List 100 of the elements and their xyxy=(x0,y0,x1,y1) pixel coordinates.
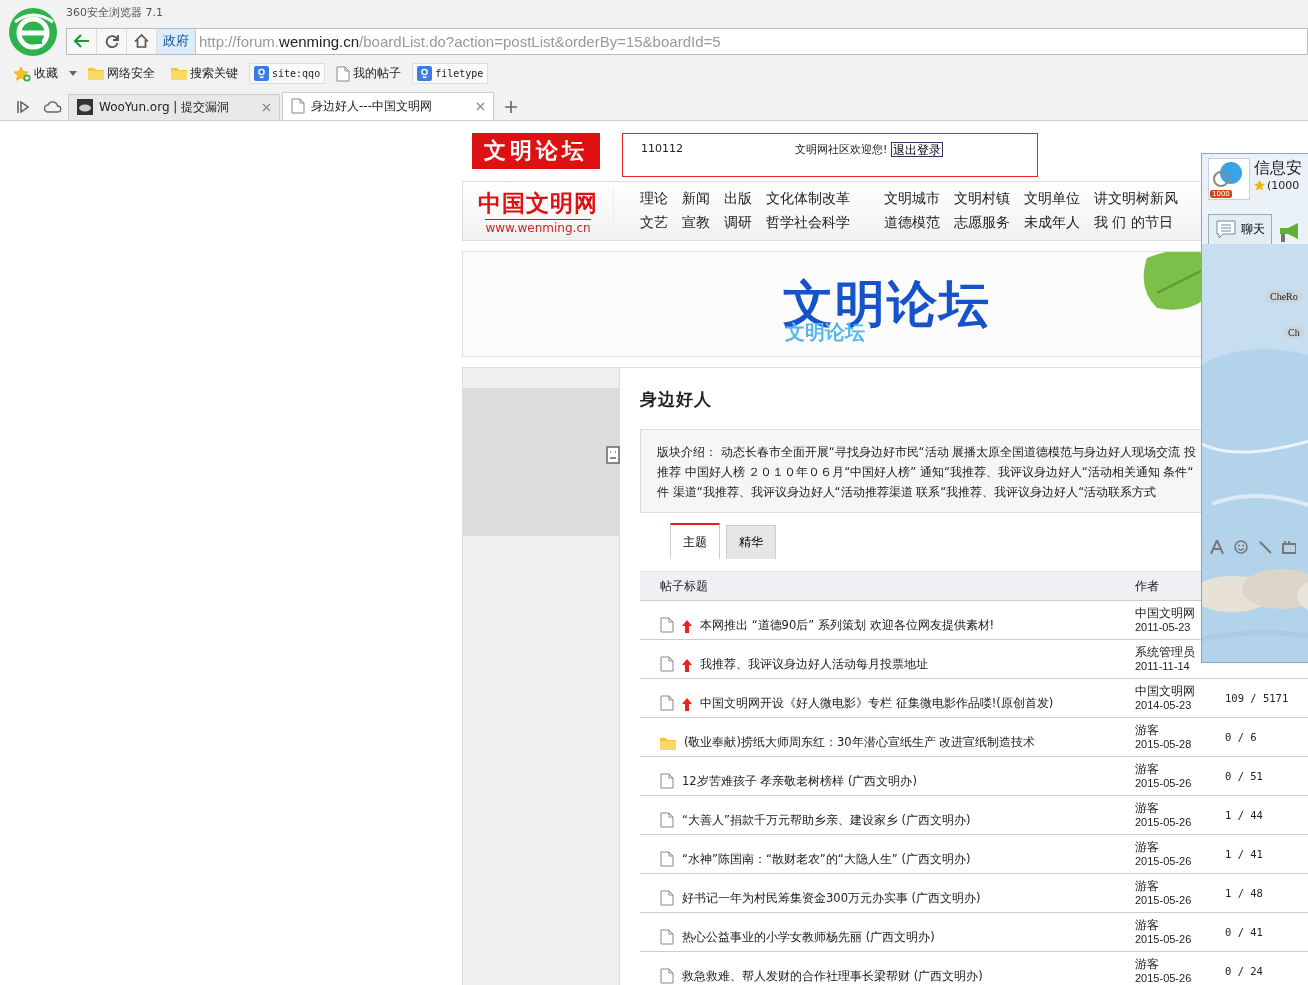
site-url[interactable]: www.wenming.cn xyxy=(485,218,591,235)
nav-link[interactable]: 讲文明树新风 xyxy=(1094,190,1194,208)
browser-tab[interactable]: 身边好人---中国文明网 xyxy=(282,92,494,120)
author-name[interactable]: 游客 xyxy=(1135,723,1159,737)
board-title: 身边好人 xyxy=(640,388,713,411)
author-name[interactable]: 游客 xyxy=(1135,918,1159,932)
post-date: 2014-05-23 xyxy=(1135,698,1192,712)
author-name[interactable]: 游客 xyxy=(1135,879,1159,893)
folder-icon xyxy=(171,67,187,80)
nav-link[interactable]: 哲学社会科学 xyxy=(766,214,884,232)
logout-button[interactable]: 退出登录 xyxy=(891,142,944,157)
sidebar-toggle-icon[interactable] xyxy=(17,101,29,113)
author-name[interactable]: 游客 xyxy=(1135,957,1159,971)
post-date: 2015-05-26 xyxy=(1135,932,1192,946)
post-date: 2015-05-26 xyxy=(1135,854,1192,868)
address-bar[interactable]: 政府 http://forum.wenming.cn/boardList.do?action=postList&orderBy=15&boardId=5 xyxy=(66,28,1308,55)
reply-view-count: 1 / 44 xyxy=(1225,809,1263,821)
cloud-icon[interactable] xyxy=(44,101,62,113)
author-name[interactable]: 系统管理员 xyxy=(1135,645,1195,659)
close-tab-icon[interactable] xyxy=(262,103,271,112)
nav-link[interactable]: 文艺 xyxy=(640,214,682,232)
folder-icon xyxy=(88,67,104,80)
post-date: 2015-05-26 xyxy=(1135,776,1192,790)
topic-icon xyxy=(660,695,674,711)
new-tab-icon[interactable] xyxy=(505,101,517,113)
topic-link[interactable]: (敬业奉献)捞纸大师周东红：30年潜心宣纸生产 改进宣纸制造技术 xyxy=(684,734,1036,750)
reply-view-count: 0 / 41 xyxy=(1225,926,1263,938)
topic-icon xyxy=(660,773,674,789)
author-name[interactable]: 游客 xyxy=(1135,762,1159,776)
nav-link[interactable]: 文明村镇 xyxy=(954,190,1024,208)
topic-link[interactable]: 我推荐、我评议身边好人活动每月投票地址 xyxy=(700,657,928,672)
author-name[interactable]: 游客 xyxy=(1135,801,1159,815)
back-icon xyxy=(73,34,90,49)
topic-link[interactable]: 救急救难、帮人发财的合作社理事长梁帮财 (广西文明办) xyxy=(682,969,983,984)
author-name[interactable]: 中国文明网 xyxy=(1135,606,1195,620)
topic-link[interactable]: 中国文明网开设《好人微电影》专栏 征集微电影作品喽!(原创首发) xyxy=(700,696,1054,711)
search-engine-icon xyxy=(417,66,433,81)
bookmark[interactable]: filetype xyxy=(412,63,489,84)
nav-link[interactable]: 宣教 xyxy=(682,214,724,232)
folder-icon xyxy=(660,736,676,750)
topic-link[interactable]: 好书记一年为村民筹集资金300万元办实事 (广西文明办) xyxy=(682,891,981,906)
board-tab[interactable]: 精华 xyxy=(726,525,776,559)
bookmark[interactable]: site:qqo xyxy=(249,63,326,84)
nav-link[interactable]: 理论 xyxy=(640,190,682,208)
back-button[interactable] xyxy=(67,29,97,54)
reload-icon xyxy=(104,34,119,49)
post-date: 2015-05-26 xyxy=(1135,971,1192,985)
post-date: 2015-05-26 xyxy=(1135,815,1192,829)
app-title: 360安全浏览器 7.1 xyxy=(66,5,164,21)
megaphone-icon[interactable] xyxy=(1278,222,1300,244)
chat-message: CheRo xyxy=(1266,290,1302,303)
nav-link[interactable]: 文明城市 xyxy=(884,190,954,208)
bookmark[interactable]: 搜索关键 xyxy=(166,62,243,85)
nav-link[interactable]: 未成年人 xyxy=(1024,214,1094,232)
home-icon xyxy=(134,34,149,49)
reply-view-count: 0 / 51 xyxy=(1225,770,1263,782)
topic-icon xyxy=(660,929,674,945)
smiley-icon[interactable] xyxy=(1234,540,1248,554)
topic-link[interactable]: “大善人”捐款千万元帮助乡亲、建设家乡 (广西文明办) xyxy=(682,813,971,828)
browser-tab[interactable]: WooYun.org | 提交漏洞 xyxy=(68,94,280,120)
topic-link[interactable]: “水神”陈国南：“散财老农”的“大隐人生” (广西文明办) xyxy=(682,852,971,867)
topic-link[interactable]: 12岁苦难孩子 孝亲敬老树榜样 (广西文明办) xyxy=(682,774,917,789)
author-name[interactable]: 游客 xyxy=(1135,840,1159,854)
author-name[interactable]: 中国文明网 xyxy=(1135,684,1195,698)
bookmark[interactable]: 网络安全 xyxy=(83,62,160,85)
font-icon[interactable] xyxy=(1210,540,1224,554)
board-intro-text: 推荐 中国好人榜 ２０１０年０６月“中国好人榜” 通知“我推荐、我评议身边好人“活动相关通知 条件“ xyxy=(657,464,1195,481)
user-id: 110112 xyxy=(641,142,684,157)
site-name[interactable]: 中国文明网 xyxy=(478,187,598,219)
nav-link[interactable]: 志愿服务 xyxy=(954,214,1024,232)
post-date: 2011-11-14 xyxy=(1135,659,1190,673)
reply-view-count: 109 / 5171 xyxy=(1225,692,1289,704)
forum-logo[interactable]: 文明论坛 xyxy=(472,133,600,169)
image-icon[interactable] xyxy=(1282,540,1296,554)
post-date: 2015-05-26 xyxy=(1135,893,1192,907)
reply-view-count: 0 / 24 xyxy=(1225,965,1263,977)
nav-link[interactable]: 调研 xyxy=(724,214,766,232)
topic-link[interactable]: 热心公益事业的小学女教师杨先丽 (广西文明办) xyxy=(682,930,935,945)
nav-link[interactable]: 出版 xyxy=(724,190,766,208)
board-tab[interactable]: 主题 xyxy=(670,523,720,559)
browser-logo[interactable] xyxy=(9,8,57,56)
home-button[interactable] xyxy=(127,29,157,54)
nav-link[interactable]: 道德模范 xyxy=(884,214,954,232)
reload-button[interactable] xyxy=(97,29,127,54)
topic-link[interactable]: 本网推出 “道德90后” 系列策划 欢迎各位网友提供素材! xyxy=(700,618,995,633)
star-add-icon xyxy=(13,65,31,82)
chat-tab[interactable]: 聊天 xyxy=(1208,214,1272,244)
topic-icon xyxy=(660,851,674,867)
member-count: (1000 xyxy=(1267,179,1300,192)
group-name: 信息安 xyxy=(1254,158,1302,179)
dropdown-caret-icon[interactable] xyxy=(69,71,77,76)
nav-link[interactable]: 我 们 的节日 xyxy=(1094,214,1194,232)
close-tab-icon[interactable] xyxy=(476,102,485,111)
nav-link[interactable]: 文明单位 xyxy=(1024,190,1094,208)
bookmark[interactable]: 我的帖子 xyxy=(331,62,407,85)
nav-link[interactable]: 文化体制改革 xyxy=(766,190,884,208)
nav-link[interactable]: 新闻 xyxy=(682,190,724,208)
topic-icon xyxy=(660,890,674,906)
url-text: http://forum.wenming.cn/boardList.do?action=postList&orderBy=15&boardId=5 xyxy=(198,31,721,52)
bookmark[interactable]: 收藏 xyxy=(8,62,63,85)
